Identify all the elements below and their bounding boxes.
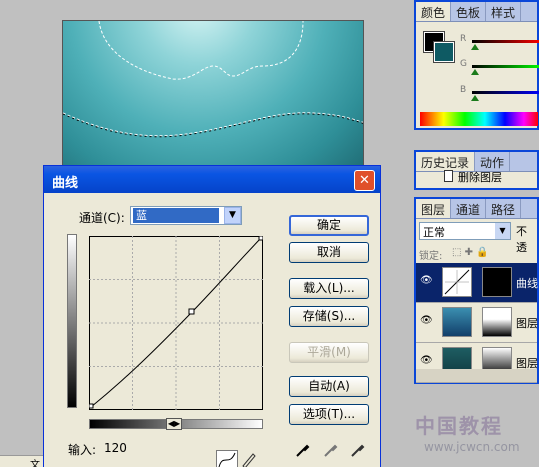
- eye-icon[interactable]: 👁: [420, 315, 433, 326]
- pencil-tool-icon[interactable]: [238, 450, 260, 467]
- color-panel: 颜色 色板 样式 R G B: [414, 0, 539, 130]
- eye-icon[interactable]: 👁: [420, 275, 433, 286]
- auto-button[interactable]: 自动(A): [289, 376, 369, 397]
- gradient-toggle-icon[interactable]: ◀▶: [166, 418, 182, 430]
- channel-value: 蓝: [133, 208, 219, 223]
- layers-panel-tabs: 图层 通道 路径: [416, 199, 537, 219]
- canvas-image[interactable]: [62, 20, 364, 170]
- save-button[interactable]: 存储(S)...: [289, 306, 369, 327]
- layer-row-curves[interactable]: 👁 曲线: [416, 263, 538, 303]
- layers-panel: 图层 通道 路径 正常 ▼ 不透 锁定: ⬚ ✚ 🔒 👁 曲线 👁 图层 👁 图…: [414, 197, 539, 384]
- channel-label: 通道(C):: [79, 211, 125, 225]
- blend-mode-select[interactable]: 正常 ▼: [419, 222, 511, 240]
- dialog-title: 曲线: [52, 176, 79, 191]
- slider-r-thumb[interactable]: [471, 44, 479, 50]
- opacity-label: 不透: [516, 225, 527, 254]
- channel-select[interactable]: 蓝 ▼: [130, 206, 242, 225]
- gray-eyedropper-icon[interactable]: [322, 443, 338, 459]
- curve-tool-icon[interactable]: [216, 450, 238, 467]
- chevron-down-icon[interactable]: ▼: [495, 223, 510, 239]
- white-eyedropper-icon[interactable]: [349, 443, 365, 459]
- input-label: 输入:: [68, 443, 97, 457]
- layers-footer-toolbar: [416, 369, 537, 382]
- tab-layers[interactable]: 图层: [416, 199, 452, 218]
- options-button[interactable]: 选项(T)...: [289, 404, 369, 425]
- slider-b-thumb[interactable]: [471, 95, 479, 101]
- watermark-text: 中国教程: [415, 414, 503, 438]
- black-eyedropper-icon[interactable]: [294, 443, 310, 459]
- curve-graph[interactable]: [88, 235, 264, 413]
- layer-thumb: [442, 307, 472, 337]
- blend-mode-value: 正常: [423, 226, 445, 239]
- layer-mask-thumb: [482, 307, 512, 337]
- lock-icons[interactable]: ⬚ ✚ 🔒: [452, 247, 489, 258]
- background-color-swatch[interactable]: [433, 41, 455, 63]
- layer-name: 曲线: [516, 277, 538, 290]
- tab-paths[interactable]: 路径: [486, 199, 522, 218]
- history-item-icon: [444, 170, 453, 182]
- watermark-url: www.jcwcn.com: [424, 440, 520, 454]
- load-button[interactable]: 载入(L)...: [289, 278, 369, 299]
- curves-dialog: 曲线 ✕ 通道(C): 蓝 ▼ ◀▶ 输入: 120 确定 取消 载入(L)..…: [43, 165, 381, 467]
- tab-color[interactable]: 颜色: [416, 2, 452, 21]
- cancel-button[interactable]: 取消: [289, 242, 369, 263]
- tab-channels[interactable]: 通道: [451, 199, 487, 218]
- color-panel-tabs: 颜色 色板 样式: [416, 2, 537, 22]
- layer-row-2[interactable]: 👁 图层: [416, 303, 538, 343]
- slider-r[interactable]: [472, 40, 539, 43]
- channel-r-label: R: [460, 34, 467, 44]
- output-gradient-bar: [67, 234, 77, 408]
- layer-name: 图层: [516, 317, 538, 330]
- history-panel: 历史记录 动作 删除图层: [414, 150, 539, 190]
- lock-label: 锁定:: [419, 251, 443, 262]
- chevron-down-icon[interactable]: ▼: [224, 207, 241, 224]
- channel-b-label: B: [460, 85, 467, 95]
- slider-b[interactable]: [472, 91, 539, 94]
- tab-swatches[interactable]: 色板: [451, 2, 487, 21]
- layer-mask-thumb: [482, 267, 512, 297]
- slider-g[interactable]: [472, 65, 539, 68]
- ok-button[interactable]: 确定: [289, 215, 369, 236]
- input-value: 120: [104, 441, 127, 455]
- eye-icon[interactable]: 👁: [420, 355, 433, 366]
- dialog-titlebar[interactable]: 曲线 ✕: [44, 166, 380, 193]
- color-spectrum-bar[interactable]: [420, 112, 538, 126]
- smooth-button[interactable]: 平滑(M): [289, 342, 369, 363]
- history-item[interactable]: 删除图层: [458, 169, 502, 185]
- tab-styles[interactable]: 样式: [486, 2, 522, 21]
- channel-g-label: G: [460, 59, 467, 69]
- close-button[interactable]: ✕: [354, 170, 375, 191]
- curves-adjustment-icon: [442, 267, 472, 297]
- slider-g-thumb[interactable]: [471, 69, 479, 75]
